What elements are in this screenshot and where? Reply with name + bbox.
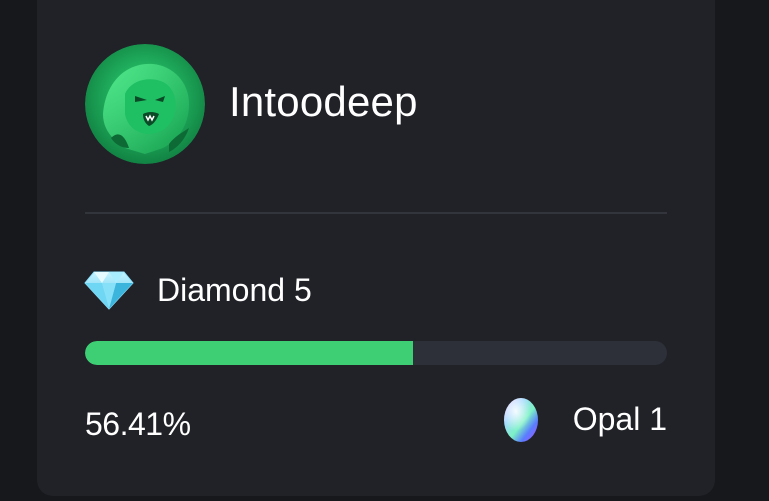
next-rank-label: Opal 1	[572, 401, 667, 437]
opal-gem-icon	[501, 396, 541, 444]
avatar[interactable]	[85, 44, 205, 164]
progress-percent: 56.41%	[85, 406, 191, 442]
current-rank-label: Diamond 5	[157, 272, 312, 308]
diamond-icon	[84, 270, 134, 310]
lion-avatar-icon	[85, 44, 205, 164]
divider	[85, 212, 667, 214]
rank-progress-fill	[85, 341, 414, 365]
username: Intoodeep	[229, 78, 418, 125]
rank-progress-bar	[85, 341, 667, 365]
